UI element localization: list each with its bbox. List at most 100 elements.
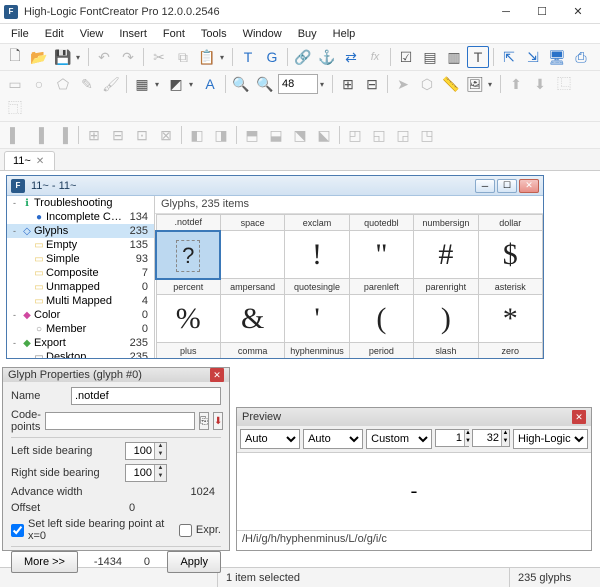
codepoints-pick-icon[interactable]: ⬇: [213, 412, 223, 430]
tree-item[interactable]: ▭Unmapped0: [7, 280, 154, 294]
glyph-cell[interactable]: (: [349, 295, 413, 343]
table-a-icon[interactable]: ⊞: [83, 124, 105, 146]
menu-view[interactable]: View: [73, 26, 111, 42]
zoom-in-icon[interactable]: 🔍: [254, 73, 276, 95]
glyph-cell[interactable]: ": [349, 231, 413, 279]
glyph-cell[interactable]: *: [478, 295, 542, 343]
tree-item[interactable]: ▭Empty135: [7, 238, 154, 252]
export-b-icon[interactable]: ⇲: [522, 46, 544, 68]
glyph-cell[interactable]: #: [414, 231, 478, 279]
print-icon[interactable]: ⎙: [570, 46, 592, 68]
misc-e-icon[interactable]: ⬔: [289, 124, 311, 146]
tab-document[interactable]: 11~ ✕: [4, 151, 55, 170]
table-b-icon[interactable]: ⊟: [107, 124, 129, 146]
glyph-grid[interactable]: .notdefspaceexclamquotedblnumbersigndoll…: [155, 214, 543, 358]
misc-h-icon[interactable]: ◱: [368, 124, 390, 146]
monitor-icon[interactable]: 🖥: [546, 46, 568, 68]
preview-num1-input[interactable]: ▲▼: [435, 429, 469, 447]
measure-icon[interactable]: 📏: [440, 73, 462, 95]
rsb-input[interactable]: ▲▼: [125, 464, 167, 482]
tree-item[interactable]: ▭Composite7: [7, 266, 154, 280]
link-icon[interactable]: 🔗: [292, 46, 314, 68]
menu-tools[interactable]: Tools: [194, 26, 234, 42]
tree-item[interactable]: ▭Simple93: [7, 252, 154, 266]
export-a-icon[interactable]: ⇱: [498, 46, 520, 68]
mdi-close-button[interactable]: ✕: [519, 179, 539, 193]
preview-num2-input[interactable]: ▲▼: [472, 429, 510, 447]
panel-b-icon[interactable]: ▥: [443, 46, 465, 68]
ungroup-icon[interactable]: ⿹: [4, 97, 26, 119]
tree-item[interactable]: ○Member0: [7, 322, 154, 336]
tree-item[interactable]: -◆Export235: [7, 336, 154, 350]
tree-item[interactable]: ▭Multi Mapped4: [7, 294, 154, 308]
open-icon[interactable]: 📂: [28, 46, 50, 68]
g-icon[interactable]: G: [261, 46, 283, 68]
pen-icon[interactable]: ✎: [76, 73, 98, 95]
glyph-properties-titlebar[interactable]: Glyph Properties (glyph #0) ✕: [3, 368, 229, 382]
glyph-properties-close-icon[interactable]: ✕: [210, 368, 224, 382]
zoom-input[interactable]: [278, 74, 318, 94]
image-icon[interactable]: 🖼: [464, 73, 486, 95]
fx-icon[interactable]: fx: [364, 46, 386, 68]
glyph-cell[interactable]: [220, 231, 284, 279]
menu-window[interactable]: Window: [236, 26, 289, 42]
misc-j-icon[interactable]: ◳: [416, 124, 438, 146]
panel-a-icon[interactable]: ▤: [419, 46, 441, 68]
shape-poly-icon[interactable]: ⬠: [52, 73, 74, 95]
glyph-cell[interactable]: &: [220, 295, 284, 343]
unlink-icon[interactable]: ⇄: [340, 46, 362, 68]
t-icon[interactable]: T: [237, 46, 259, 68]
preview-titlebar[interactable]: Preview ✕: [237, 408, 591, 426]
anchor-icon[interactable]: ⚓: [316, 46, 338, 68]
lsb-input[interactable]: ▲▼: [125, 442, 167, 460]
color-a-icon[interactable]: A: [199, 73, 221, 95]
menu-file[interactable]: File: [4, 26, 36, 42]
table-d-icon[interactable]: ⊠: [155, 124, 177, 146]
undo-icon[interactable]: ↶: [93, 46, 115, 68]
glyph-cell[interactable]: ': [285, 295, 349, 343]
layer-up-icon[interactable]: ⬆: [505, 73, 527, 95]
fill-icon[interactable]: ▦: [131, 73, 153, 95]
maximize-button[interactable]: ☐: [524, 2, 560, 22]
table-c-icon[interactable]: ⊡: [131, 124, 153, 146]
mdi-maximize-button[interactable]: ☐: [497, 179, 517, 193]
glyph-cell[interactable]: !: [285, 231, 349, 279]
menu-edit[interactable]: Edit: [38, 26, 71, 42]
copy-icon[interactable]: ⧉: [172, 46, 194, 68]
contrast-icon[interactable]: ◩: [165, 73, 187, 95]
misc-g-icon[interactable]: ◰: [344, 124, 366, 146]
misc-c-icon[interactable]: ⬒: [241, 124, 263, 146]
cut-icon[interactable]: ✂: [148, 46, 170, 68]
shape-rect-icon[interactable]: ▭: [4, 73, 26, 95]
align-l-icon[interactable]: ▌: [4, 124, 26, 146]
menu-insert[interactable]: Insert: [112, 26, 154, 42]
close-button[interactable]: ✕: [560, 2, 596, 22]
misc-a-icon[interactable]: ◧: [186, 124, 208, 146]
zoom-out-icon[interactable]: 🔍: [230, 73, 252, 95]
tree-item[interactable]: -◇Glyphs235: [7, 224, 154, 238]
layer-down-icon[interactable]: ⬇: [529, 73, 551, 95]
font-window-titlebar[interactable]: F 11~ - 11~ ─ ☐ ✕: [7, 176, 543, 196]
misc-d-icon[interactable]: ⬓: [265, 124, 287, 146]
tree-item[interactable]: -ℹTroubleshooting: [7, 196, 154, 210]
apply-button[interactable]: Apply: [167, 551, 221, 573]
preview-close-icon[interactable]: ✕: [572, 410, 586, 424]
tree-item[interactable]: -◆Color0: [7, 308, 154, 322]
tree-item[interactable]: ▭Desktop235: [7, 350, 154, 358]
menu-buy[interactable]: Buy: [291, 26, 324, 42]
menu-help[interactable]: Help: [326, 26, 363, 42]
new-icon[interactable]: 🗋: [4, 46, 26, 68]
misc-f-icon[interactable]: ⬕: [313, 124, 335, 146]
menu-font[interactable]: Font: [156, 26, 192, 42]
redo-icon[interactable]: ↷: [117, 46, 139, 68]
minimize-button[interactable]: ─: [488, 2, 524, 22]
expr-checkbox[interactable]: [179, 524, 192, 537]
mdi-minimize-button[interactable]: ─: [475, 179, 495, 193]
preview-mode2-select[interactable]: Auto: [303, 429, 363, 449]
paste-icon[interactable]: 📋: [196, 46, 218, 68]
misc-i-icon[interactable]: ◲: [392, 124, 414, 146]
codepoints-input[interactable]: [45, 412, 195, 430]
align-r-icon[interactable]: ▐: [52, 124, 74, 146]
lsb-x0-checkbox[interactable]: [11, 524, 24, 537]
arrow-icon[interactable]: ➤: [392, 73, 414, 95]
